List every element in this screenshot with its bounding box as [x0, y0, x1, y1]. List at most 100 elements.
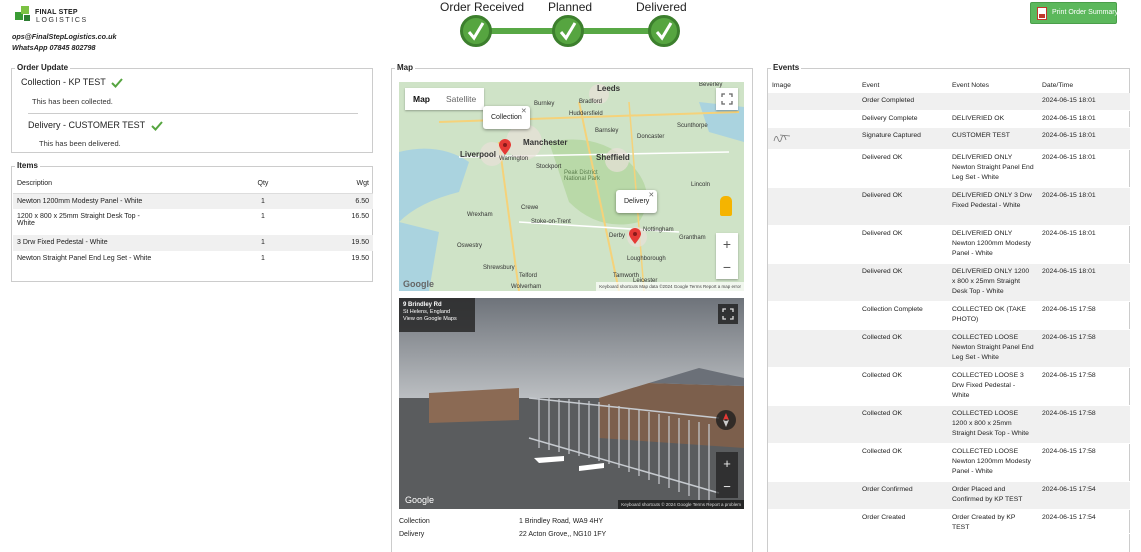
city-liverpool: Liverpool — [460, 150, 497, 159]
city-wrexham: Wrexham — [467, 212, 493, 218]
collection-address-label: Collection — [399, 518, 430, 525]
item-qty: 1 — [233, 193, 293, 209]
item-wgt: 16.50 — [351, 213, 369, 220]
event-notes: COLLECTED LOOSE 3 Drw Fixed Pedestal - W… — [948, 367, 1038, 406]
street-zoom-out-button[interactable]: − — [716, 475, 738, 498]
logo-line2: LOGISTICS — [36, 17, 88, 24]
fullscreen-icon — [722, 308, 734, 320]
delivery-status: Delivery - CUSTOMER TEST — [28, 120, 163, 131]
events-header-row: Image Event Event Notes Date/Time — [768, 77, 1130, 93]
col-datetime: Date/Time — [1042, 81, 1074, 89]
fullscreen-icon — [721, 93, 733, 105]
street-view[interactable]: 9 Brindley Rd St Helens, England View on… — [399, 298, 744, 509]
zoom-in-button[interactable]: + — [716, 233, 738, 256]
street-zoom-in-button[interactable]: + — [716, 452, 738, 475]
street-view-pegman-icon[interactable] — [720, 196, 732, 216]
print-order-summary-button[interactable]: Print Order Summary — [1030, 2, 1119, 24]
city-barnsley: Barnsley — [595, 128, 619, 134]
event-row: Order Confirmed Order Placed and Confirm… — [768, 481, 1130, 510]
step-label-received: Order Received — [440, 0, 525, 14]
item-wgt: 19.50 — [293, 235, 373, 251]
compass-icon[interactable] — [716, 410, 736, 430]
event-notes: DELIVERIED OK — [948, 110, 1038, 128]
event-image — [768, 149, 858, 188]
events-legend: Events — [771, 63, 802, 72]
route-map[interactable]: Leeds Bradford Burnley Beverley Huddersf… — [399, 82, 744, 291]
event-row: Delivered OK DELIVERIED ONLY Newton 1200… — [768, 225, 1130, 264]
item-description: 3 Drw Fixed Pedestal - White — [13, 235, 233, 251]
event-row: Order Created Order Created by KP TEST 2… — [768, 509, 1130, 534]
delivery-address-label: Delivery — [399, 531, 425, 538]
delivery-note: This has been delivered. — [39, 139, 121, 148]
event-datetime: 2024-06-15 18:01 — [1038, 149, 1130, 188]
pdf-icon — [1037, 7, 1047, 20]
event-notes — [948, 93, 1038, 111]
map-panel: Map Leeds Bradford Burnley Beverley Hudd… — [391, 63, 753, 552]
street-area: St Helens, England — [403, 309, 451, 315]
event-image — [768, 225, 858, 264]
event-notes: DELIVERIED ONLY Newton 1200mm Modesty Pa… — [948, 225, 1038, 264]
step-planned-check-icon — [552, 15, 584, 47]
street-footer-text[interactable]: Keyboard shortcuts © 2024 Google Terms R… — [618, 500, 744, 509]
map-zoom-control: + − — [716, 233, 738, 279]
event-row: Delivered OK DELIVERIED ONLY 3 Drw Fixed… — [768, 187, 1130, 226]
city-scunthorpe: Scunthorpe — [677, 123, 708, 129]
event-name: Collected OK — [858, 367, 948, 406]
item-row: Newton Straight Panel End Leg Set - Whit… — [13, 251, 373, 267]
item-description: 1200 x 800 x 25mm Straight Desk Top - Wh… — [17, 213, 140, 227]
city-burnley: Burnley — [534, 101, 555, 107]
item-row: Newton 1200mm Modesty Panel - White 1 6.… — [13, 193, 373, 209]
map-tab-satellite[interactable]: Satellite — [438, 88, 484, 110]
map-fullscreen-button[interactable] — [716, 88, 738, 110]
street-google-logo: Google — [405, 495, 435, 505]
col-event: Event — [862, 81, 880, 89]
event-notes: DELIVERIED ONLY 3 Drw Fixed Pedestal - W… — [948, 187, 1038, 226]
collection-marker-icon[interactable] — [499, 139, 511, 155]
event-name: Delivered OK — [858, 263, 948, 302]
step-label-planned: Planned — [548, 0, 593, 14]
contact-whatsapp: WhatsApp 07845 802798 — [12, 43, 96, 52]
delivery-marker-icon[interactable] — [629, 228, 641, 244]
map-tab-map[interactable]: Map — [405, 88, 438, 110]
city-shrewsbury: Shrewsbury — [483, 265, 515, 271]
event-name: Order Created — [858, 509, 948, 534]
event-name: Delivered OK — [858, 149, 948, 188]
event-name: Order Confirmed — [858, 481, 948, 510]
map-footer-text[interactable]: Keyboard shortcuts Map data ©2024 Google… — [596, 282, 744, 291]
event-datetime: 2024-06-15 18:01 — [1038, 110, 1130, 128]
order-update-divider — [28, 113, 358, 114]
step-delivered-check-icon — [648, 15, 680, 47]
event-image — [768, 301, 858, 330]
event-datetime: 2024-06-15 17:58 — [1038, 367, 1130, 406]
event-name: Collection Complete — [858, 301, 948, 330]
event-name: Delivered OK — [858, 187, 948, 226]
street-fullscreen-button[interactable] — [718, 304, 738, 324]
event-image[interactable] — [768, 127, 858, 150]
zoom-out-button[interactable]: − — [716, 256, 738, 279]
step-label-delivered: Delivered — [636, 0, 687, 14]
delivery-title: Delivery - CUSTOMER TEST — [28, 120, 146, 130]
event-datetime: 2024-06-15 18:01 — [1038, 187, 1130, 226]
event-datetime: 2024-06-15 18:01 — [1038, 225, 1130, 264]
item-description: Newton 1200mm Modesty Panel - White — [13, 193, 233, 209]
order-update-panel: Order Update Collection - KP TEST This h… — [11, 63, 373, 153]
infowindow-close-icon[interactable]: ✕ — [521, 107, 527, 115]
delivery-check-icon — [150, 121, 163, 131]
infowindow-close-icon[interactable]: ✕ — [648, 191, 654, 199]
event-datetime: 2024-06-15 17:54 — [1038, 481, 1130, 510]
print-button-label: Print Order Summary — [1052, 9, 1119, 16]
order-update-legend: Order Update — [15, 63, 71, 72]
event-row: Collected OK COLLECTED LOOSE 1200 x 800 … — [768, 405, 1130, 444]
event-name: Delivered OK — [858, 225, 948, 264]
city-stoke: Stoke-on-Trent — [531, 219, 571, 225]
logo-line1: FINAL STEP — [35, 9, 78, 16]
contact-info: ops@FinalStepLogistics.co.uk WhatsApp 07… — [12, 31, 116, 53]
items-header-row: Description Qty Wgt — [13, 175, 373, 194]
view-on-google-maps-link[interactable]: View on Google Maps — [403, 316, 471, 323]
event-datetime: 2024-06-15 17:58 — [1038, 301, 1130, 330]
items-panel: Items Description Qty Wgt Newton 1200mm … — [11, 161, 373, 282]
city-bradford: Bradford — [579, 99, 603, 105]
signature-thumbnail-icon[interactable] — [772, 131, 794, 145]
event-image — [768, 443, 858, 482]
event-notes: COLLECTED OK (TAKE PHOTO) — [948, 301, 1038, 330]
